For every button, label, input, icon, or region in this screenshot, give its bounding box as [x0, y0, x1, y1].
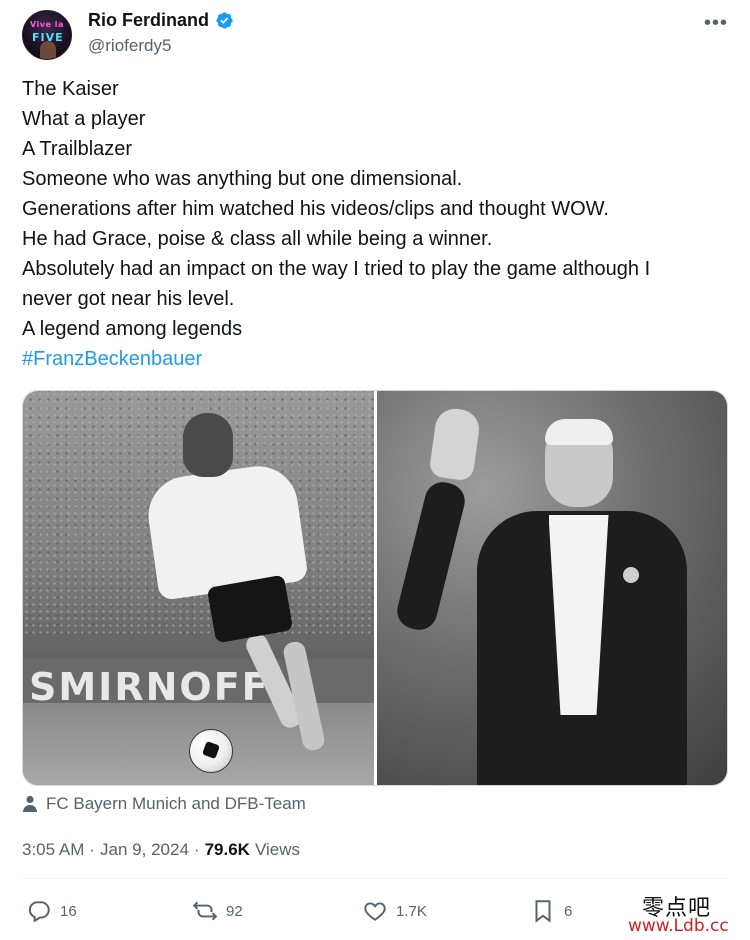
bookmark-icon: [535, 900, 551, 923]
more-options-icon[interactable]: •••: [704, 12, 728, 35]
photo-player-dribbling[interactable]: SMIRNOFF: [23, 391, 374, 785]
man-hair: [544, 419, 613, 445]
tweet-line: What a player: [22, 108, 146, 130]
display-name[interactable]: Rio Ferdinand: [88, 10, 209, 31]
player-head: [183, 413, 233, 477]
repost-button[interactable]: 92: [192, 898, 243, 924]
reply-count: 16: [60, 902, 77, 920]
tagged-people[interactable]: FC Bayern Munich and DFB-Team: [22, 794, 306, 814]
tweet-line: The Kaiser: [22, 78, 119, 100]
tagged-label: FC Bayern Munich and DFB-Team: [46, 794, 306, 813]
like-count: 1.7K: [396, 902, 427, 920]
repost-icon: [192, 901, 218, 921]
avatar[interactable]: Vive la FIVE: [22, 10, 72, 60]
tweet-date[interactable]: Jan 9, 2024: [100, 840, 189, 860]
tweet-line: Someone who was anything but one dimensi…: [22, 168, 463, 190]
bookmark-button[interactable]: 6: [530, 898, 572, 924]
watermark-url: www.Ldb.cc: [628, 916, 729, 936]
name-row: Rio Ferdinand: [88, 10, 234, 31]
tweet-line: Generations after him watched his videos…: [22, 198, 609, 220]
football: [189, 729, 233, 773]
man-hand: [427, 406, 482, 482]
views-count[interactable]: 79.6K: [205, 840, 250, 860]
meta-separator: ·: [193, 840, 200, 859]
like-button[interactable]: 1.7K: [362, 898, 427, 924]
action-bar: 16 92 1.7K 6: [26, 898, 726, 928]
avatar-neon-text-top: Vive la: [30, 20, 64, 29]
tweet-text: The Kaiser What a player A Trailblazer S…: [22, 74, 722, 374]
handle[interactable]: @rioferdy5: [88, 36, 171, 56]
tweet-line: A legend among legends: [22, 318, 243, 340]
meta-separator: ·: [89, 840, 96, 859]
reply-button[interactable]: 16: [26, 898, 77, 924]
reply-icon: [28, 901, 50, 923]
repost-count: 92: [226, 902, 243, 920]
tweet-line: Absolutely had an impact on the way I tr…: [22, 258, 651, 280]
tweet-line: never got near his level.: [22, 288, 235, 310]
tweet-meta: 3:05 AM · Jan 9, 2024 · 79.6K Views: [22, 840, 300, 860]
club-badge-icon: [622, 567, 639, 583]
divider: [22, 878, 728, 879]
views-label: Views: [254, 840, 300, 859]
verified-badge-icon: [215, 11, 234, 30]
tweet-line: He had Grace, poise & class all while be…: [22, 228, 493, 250]
tweet-line: A Trailblazer: [22, 138, 133, 160]
media-grid: SMIRNOFF: [22, 390, 728, 786]
tweet-header: Vive la FIVE Rio Ferdinand @rioferdy5 ••…: [22, 6, 728, 60]
person-icon: [22, 795, 38, 813]
bookmark-count: 6: [564, 902, 573, 920]
hashtag-link[interactable]: #FranzBeckenbauer: [22, 344, 722, 374]
heart-icon: [364, 902, 386, 921]
avatar-face: [40, 41, 56, 59]
man-arm: [392, 478, 469, 634]
watermark: 零点吧 www.Ldb.cc: [628, 890, 746, 938]
photo-man-waving[interactable]: [376, 391, 727, 785]
tweet-time[interactable]: 3:05 AM: [22, 840, 84, 860]
